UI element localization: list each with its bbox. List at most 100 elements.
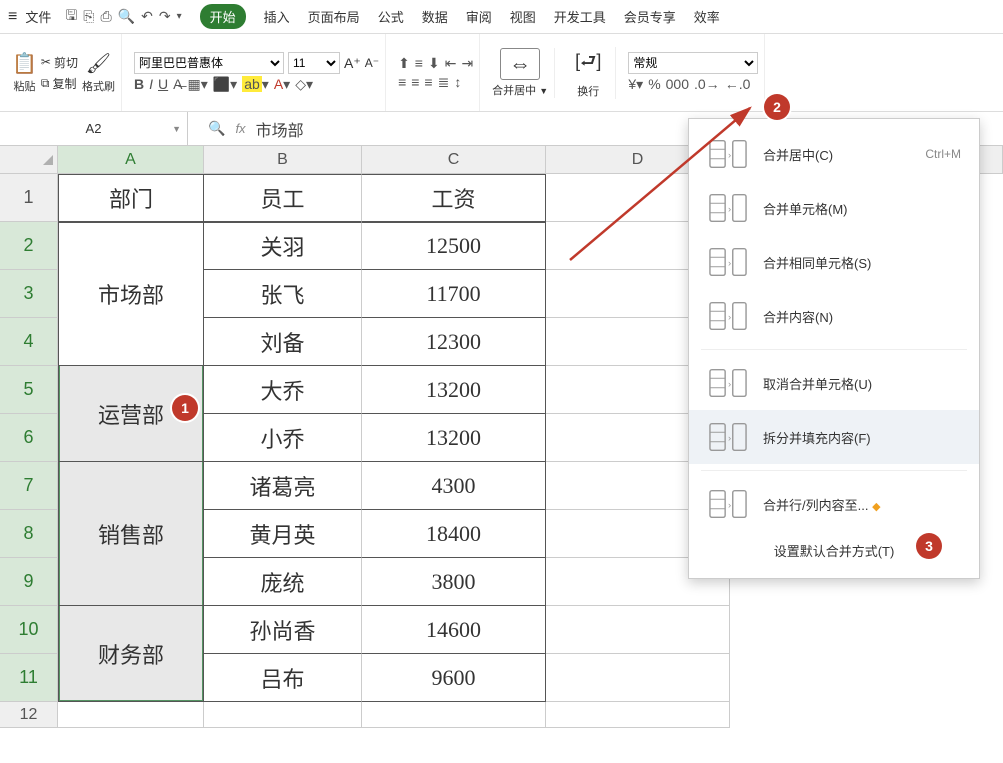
cell[interactable]: 黄月英 — [204, 510, 362, 558]
row-header[interactable]: 3 — [0, 270, 58, 318]
cell-merged[interactable]: 销售部 — [58, 462, 204, 606]
cell[interactable]: 张飞 — [204, 270, 362, 318]
cell[interactable]: 13200 — [362, 414, 546, 462]
save-icon[interactable]: 🖫 — [65, 5, 77, 29]
print-icon[interactable]: ⎙ — [101, 8, 112, 25]
col-header-C[interactable]: C — [362, 146, 546, 174]
cell[interactable] — [546, 606, 730, 654]
format-painter-button[interactable]: 🖌格式刷 — [82, 51, 115, 94]
undo-icon[interactable]: ↶ — [141, 8, 153, 25]
align-right-icon[interactable]: ≡ — [424, 74, 432, 91]
select-all-corner[interactable] — [0, 146, 58, 174]
redo-icon[interactable]: ↷ — [159, 8, 171, 25]
row-header[interactable]: 11 — [0, 654, 58, 702]
tab-page-layout[interactable]: 页面布局 — [308, 7, 360, 26]
cell[interactable]: 庞统 — [204, 558, 362, 606]
merge-menu-center[interactable]: ›合并居中(C)Ctrl+M — [689, 127, 979, 181]
inc-dec-icon[interactable]: .0→ — [694, 76, 720, 93]
preview-icon[interactable]: 🔍 — [118, 8, 135, 25]
row-header[interactable]: 2 — [0, 222, 58, 270]
highlight-button[interactable]: ab▾ — [242, 76, 269, 93]
col-header-B[interactable]: B — [204, 146, 362, 174]
fill-color-button[interactable]: ⬛▾ — [213, 76, 237, 93]
wrap-text-button[interactable]: [⮐] 换行 — [561, 47, 616, 99]
align-center-icon[interactable]: ≡ — [411, 74, 419, 91]
saveas-icon[interactable]: ⎘ — [83, 8, 94, 25]
align-left-icon[interactable]: ≡ — [398, 74, 406, 91]
align-bot-icon[interactable]: ⬇ — [428, 55, 440, 72]
cell[interactable]: 大乔 — [204, 366, 362, 414]
merge-menu-cells[interactable]: ›合并单元格(M) — [689, 181, 979, 235]
search-icon[interactable]: 🔍 — [208, 120, 225, 137]
cell[interactable]: 11700 — [362, 270, 546, 318]
merge-menu-split[interactable]: ›拆分并填充内容(F) — [689, 410, 979, 464]
cell[interactable]: 14600 — [362, 606, 546, 654]
number-format-select[interactable]: 常规 — [628, 52, 758, 74]
comma-icon[interactable]: 000 — [666, 76, 689, 93]
font-color-button[interactable]: A▾ — [274, 76, 290, 93]
align-mid-icon[interactable]: ≡ — [415, 55, 423, 72]
menu-icon[interactable]: ≡ — [8, 8, 17, 26]
border-button[interactable]: ▦▾ — [187, 76, 207, 93]
align-top-icon[interactable]: ⬆ — [398, 55, 410, 72]
formula-input[interactable]: 市场部 — [256, 117, 304, 141]
cell[interactable]: 13200 — [362, 366, 546, 414]
row-header-1[interactable]: 1 — [0, 174, 58, 222]
cell[interactable]: 诸葛亮 — [204, 462, 362, 510]
dec-dec-icon[interactable]: ←.0 — [725, 76, 751, 93]
font-name-select[interactable]: 阿里巴巴普惠体 — [134, 52, 284, 74]
cell[interactable]: 3800 — [362, 558, 546, 606]
fx-icon[interactable]: fx — [235, 121, 245, 136]
row-header[interactable]: 4 — [0, 318, 58, 366]
tab-dev[interactable]: 开发工具 — [554, 7, 606, 26]
row-header[interactable]: 10 — [0, 606, 58, 654]
cell[interactable]: 吕布 — [204, 654, 362, 702]
cell[interactable]: 刘备 — [204, 318, 362, 366]
merge-menu-rowcol[interactable]: ›合并行/列内容至... ◆ — [689, 477, 979, 531]
cell[interactable]: 12500 — [362, 222, 546, 270]
cell[interactable]: 孙尚香 — [204, 606, 362, 654]
italic-button[interactable]: I — [149, 76, 153, 93]
orient-icon[interactable]: ↕ — [454, 74, 461, 91]
cell[interactable]: 工资 — [362, 174, 546, 222]
name-box[interactable]: A2 ▼ — [0, 112, 188, 145]
merge-menu-unmerge[interactable]: ›取消合并单元格(U) — [689, 356, 979, 410]
currency-icon[interactable]: ¥▾ — [628, 76, 643, 93]
row-header[interactable]: 8 — [0, 510, 58, 558]
cell[interactable]: 9600 — [362, 654, 546, 702]
tab-insert[interactable]: 插入 — [264, 7, 290, 26]
cell[interactable]: 4300 — [362, 462, 546, 510]
font-size-select[interactable]: 11 — [288, 52, 340, 74]
cell[interactable]: 部门 — [58, 174, 204, 222]
cell[interactable]: 小乔 — [204, 414, 362, 462]
cell[interactable] — [546, 654, 730, 702]
chevron-down-icon[interactable]: ▼ — [172, 124, 181, 134]
align-just-icon[interactable]: ≣ — [438, 74, 450, 91]
tab-data[interactable]: 数据 — [422, 7, 448, 26]
tab-formula[interactable]: 公式 — [378, 7, 404, 26]
row-header[interactable]: 6 — [0, 414, 58, 462]
tab-eff[interactable]: 效率 — [694, 7, 720, 26]
cell[interactable] — [58, 702, 204, 728]
underline-button[interactable]: U — [158, 76, 168, 93]
merge-center-button[interactable]: ⇔ 合并居中 ▼ — [486, 48, 555, 98]
file-menu[interactable]: 文件 — [25, 7, 51, 26]
cell[interactable]: 12300 — [362, 318, 546, 366]
phonetic-button[interactable]: ◇▾ — [295, 76, 313, 93]
row-header-12[interactable]: 12 — [0, 702, 58, 728]
row-header[interactable]: 5 — [0, 366, 58, 414]
col-header-A[interactable]: A — [58, 146, 204, 174]
increase-font-icon[interactable]: A⁺ — [344, 55, 361, 72]
tab-view[interactable]: 视图 — [510, 7, 536, 26]
percent-icon[interactable]: % — [648, 76, 660, 93]
cell[interactable]: 18400 — [362, 510, 546, 558]
merge-menu-content[interactable]: ›合并内容(N) — [689, 289, 979, 343]
copy-button[interactable]: ⧉复制 — [41, 75, 78, 92]
row-header[interactable]: 9 — [0, 558, 58, 606]
row-header[interactable]: 7 — [0, 462, 58, 510]
tab-start[interactable]: 开始 — [200, 4, 246, 29]
merge-menu-same[interactable]: ›合并相同单元格(S) — [689, 235, 979, 289]
cell-merged[interactable]: 财务部 — [58, 606, 204, 702]
strike-button[interactable]: A̶ — [173, 76, 182, 93]
cut-button[interactable]: ✂剪切 — [41, 54, 78, 71]
